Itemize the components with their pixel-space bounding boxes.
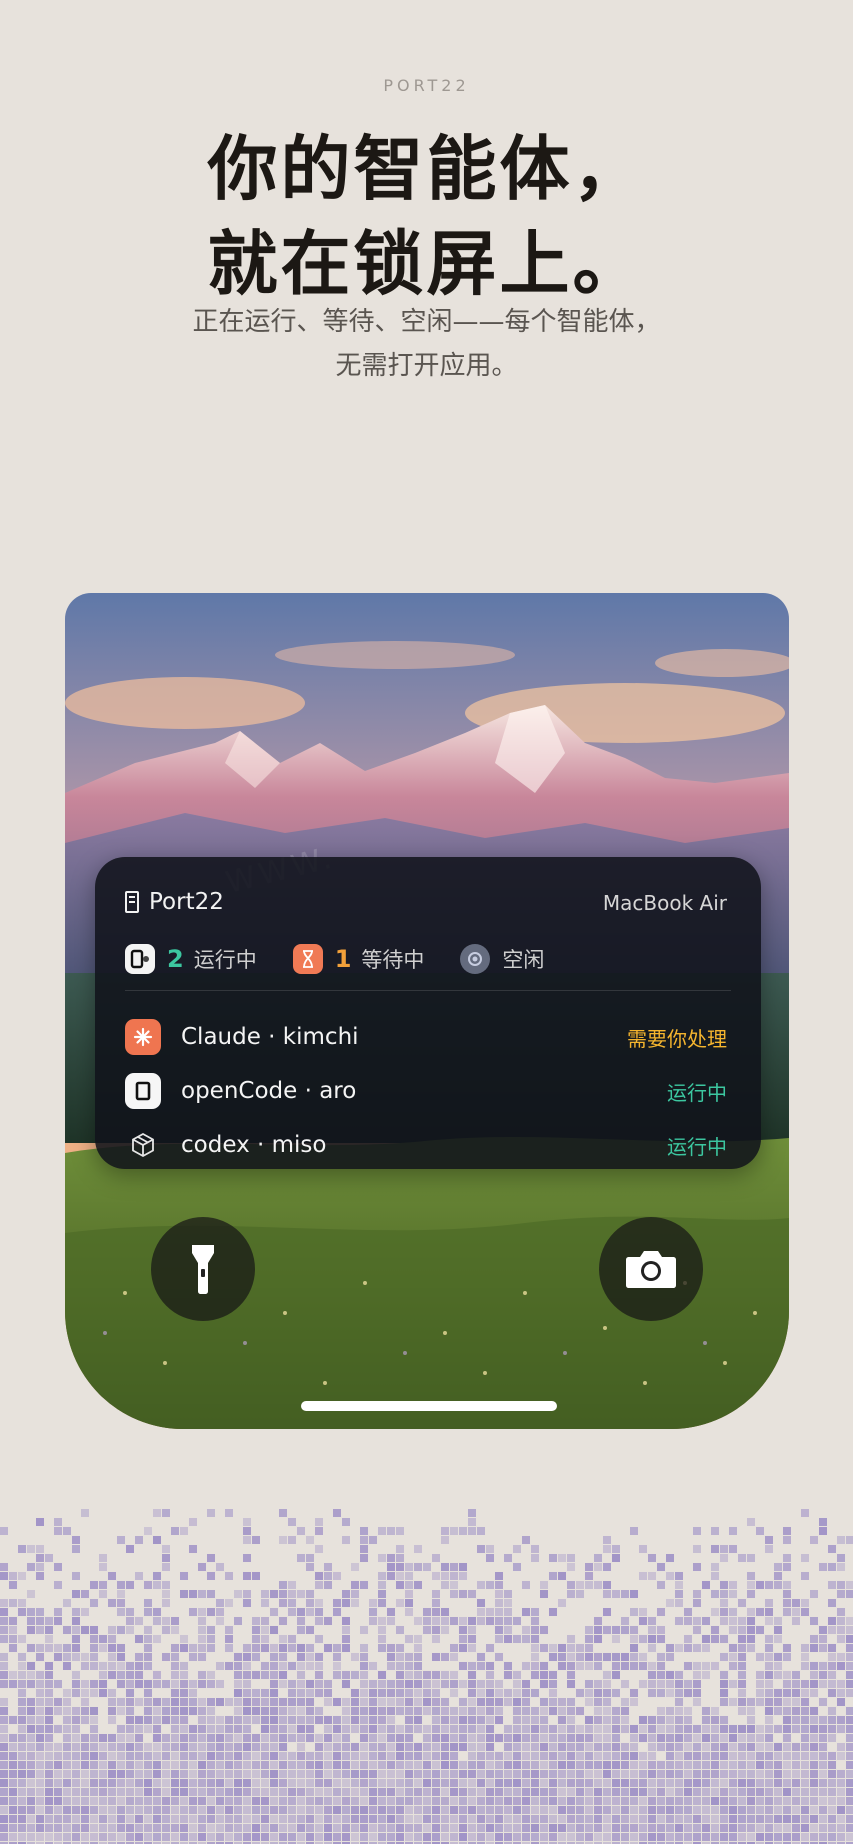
subtitle-line-1: 正在运行、等待、空闲——每个智能体， [192,307,661,337]
agent-status: 运行中 [667,1080,727,1105]
home-indicator[interactable] [301,1401,557,1411]
stat-running-label: 运行中 [193,948,257,972]
running-agent-icon [125,944,155,974]
widget-divider [125,990,731,991]
stat-idle: 空闲 [460,944,544,974]
stat-waiting-count: 1 [334,945,352,973]
stat-running-count: 2 [167,945,184,973]
port22-logo-icon [125,891,139,913]
codex-cube-icon [125,1127,161,1163]
stat-running: 2 运行中 [125,944,257,974]
agent-row-opencode[interactable]: openCode · aro 运行中 [125,1071,727,1111]
camera-icon [626,1251,676,1288]
agent-name: Claude · kimchi [181,1024,359,1050]
headline: 你的智能体， 就在锁屏上。 [0,122,853,312]
pixel-pattern-decoration [0,1509,853,1844]
subtitle: 正在运行、等待、空闲——每个智能体， 无需打开应用。 [0,300,853,388]
agent-row-claude[interactable]: Claude · kimchi 需要你处理 [125,1017,727,1057]
claude-sparkle-icon [125,1019,161,1055]
camera-button[interactable] [599,1217,703,1321]
stat-waiting-label: 等待中 [361,948,425,972]
agent-name: codex · miso [181,1132,327,1158]
headline-line-2: 就在锁屏上。 [207,223,646,305]
hourglass-icon [292,944,323,974]
subtitle-line-2: 无需打开应用。 [335,351,518,381]
brand-label: PORT22 [383,76,470,95]
widget-device-name: MacBook Air [602,891,727,915]
stat-waiting: 1 等待中 [292,944,425,974]
agent-status: 运行中 [667,1134,727,1159]
widget-stats: 2 运行中 1 等待中 空闲 [125,944,580,974]
port22-widget[interactable]: Port22 MacBook Air 2 运行中 1 等待中 空闲 Claude… [95,857,761,1169]
stat-idle-label: 空闲 [502,948,545,972]
headline-line-1: 你的智能体， [207,128,646,210]
flashlight-button[interactable] [151,1217,255,1321]
opencode-square-icon [125,1073,161,1109]
widget-header: Port22 [125,889,224,915]
flashlight-icon [192,1245,214,1294]
widget-app-name: Port22 [149,889,224,915]
lockscreen-mockup: WWW. Port22 MacBook Air [65,593,789,1429]
agent-name: openCode · aro [181,1078,357,1104]
idle-circle-icon [460,944,491,974]
agent-status: 需要你处理 [627,1026,727,1051]
page: PORT22 你的智能体， 就在锁屏上。 正在运行、等待、空闲——每个智能体， … [0,0,853,1844]
agent-row-codex[interactable]: codex · miso 运行中 [125,1125,727,1165]
